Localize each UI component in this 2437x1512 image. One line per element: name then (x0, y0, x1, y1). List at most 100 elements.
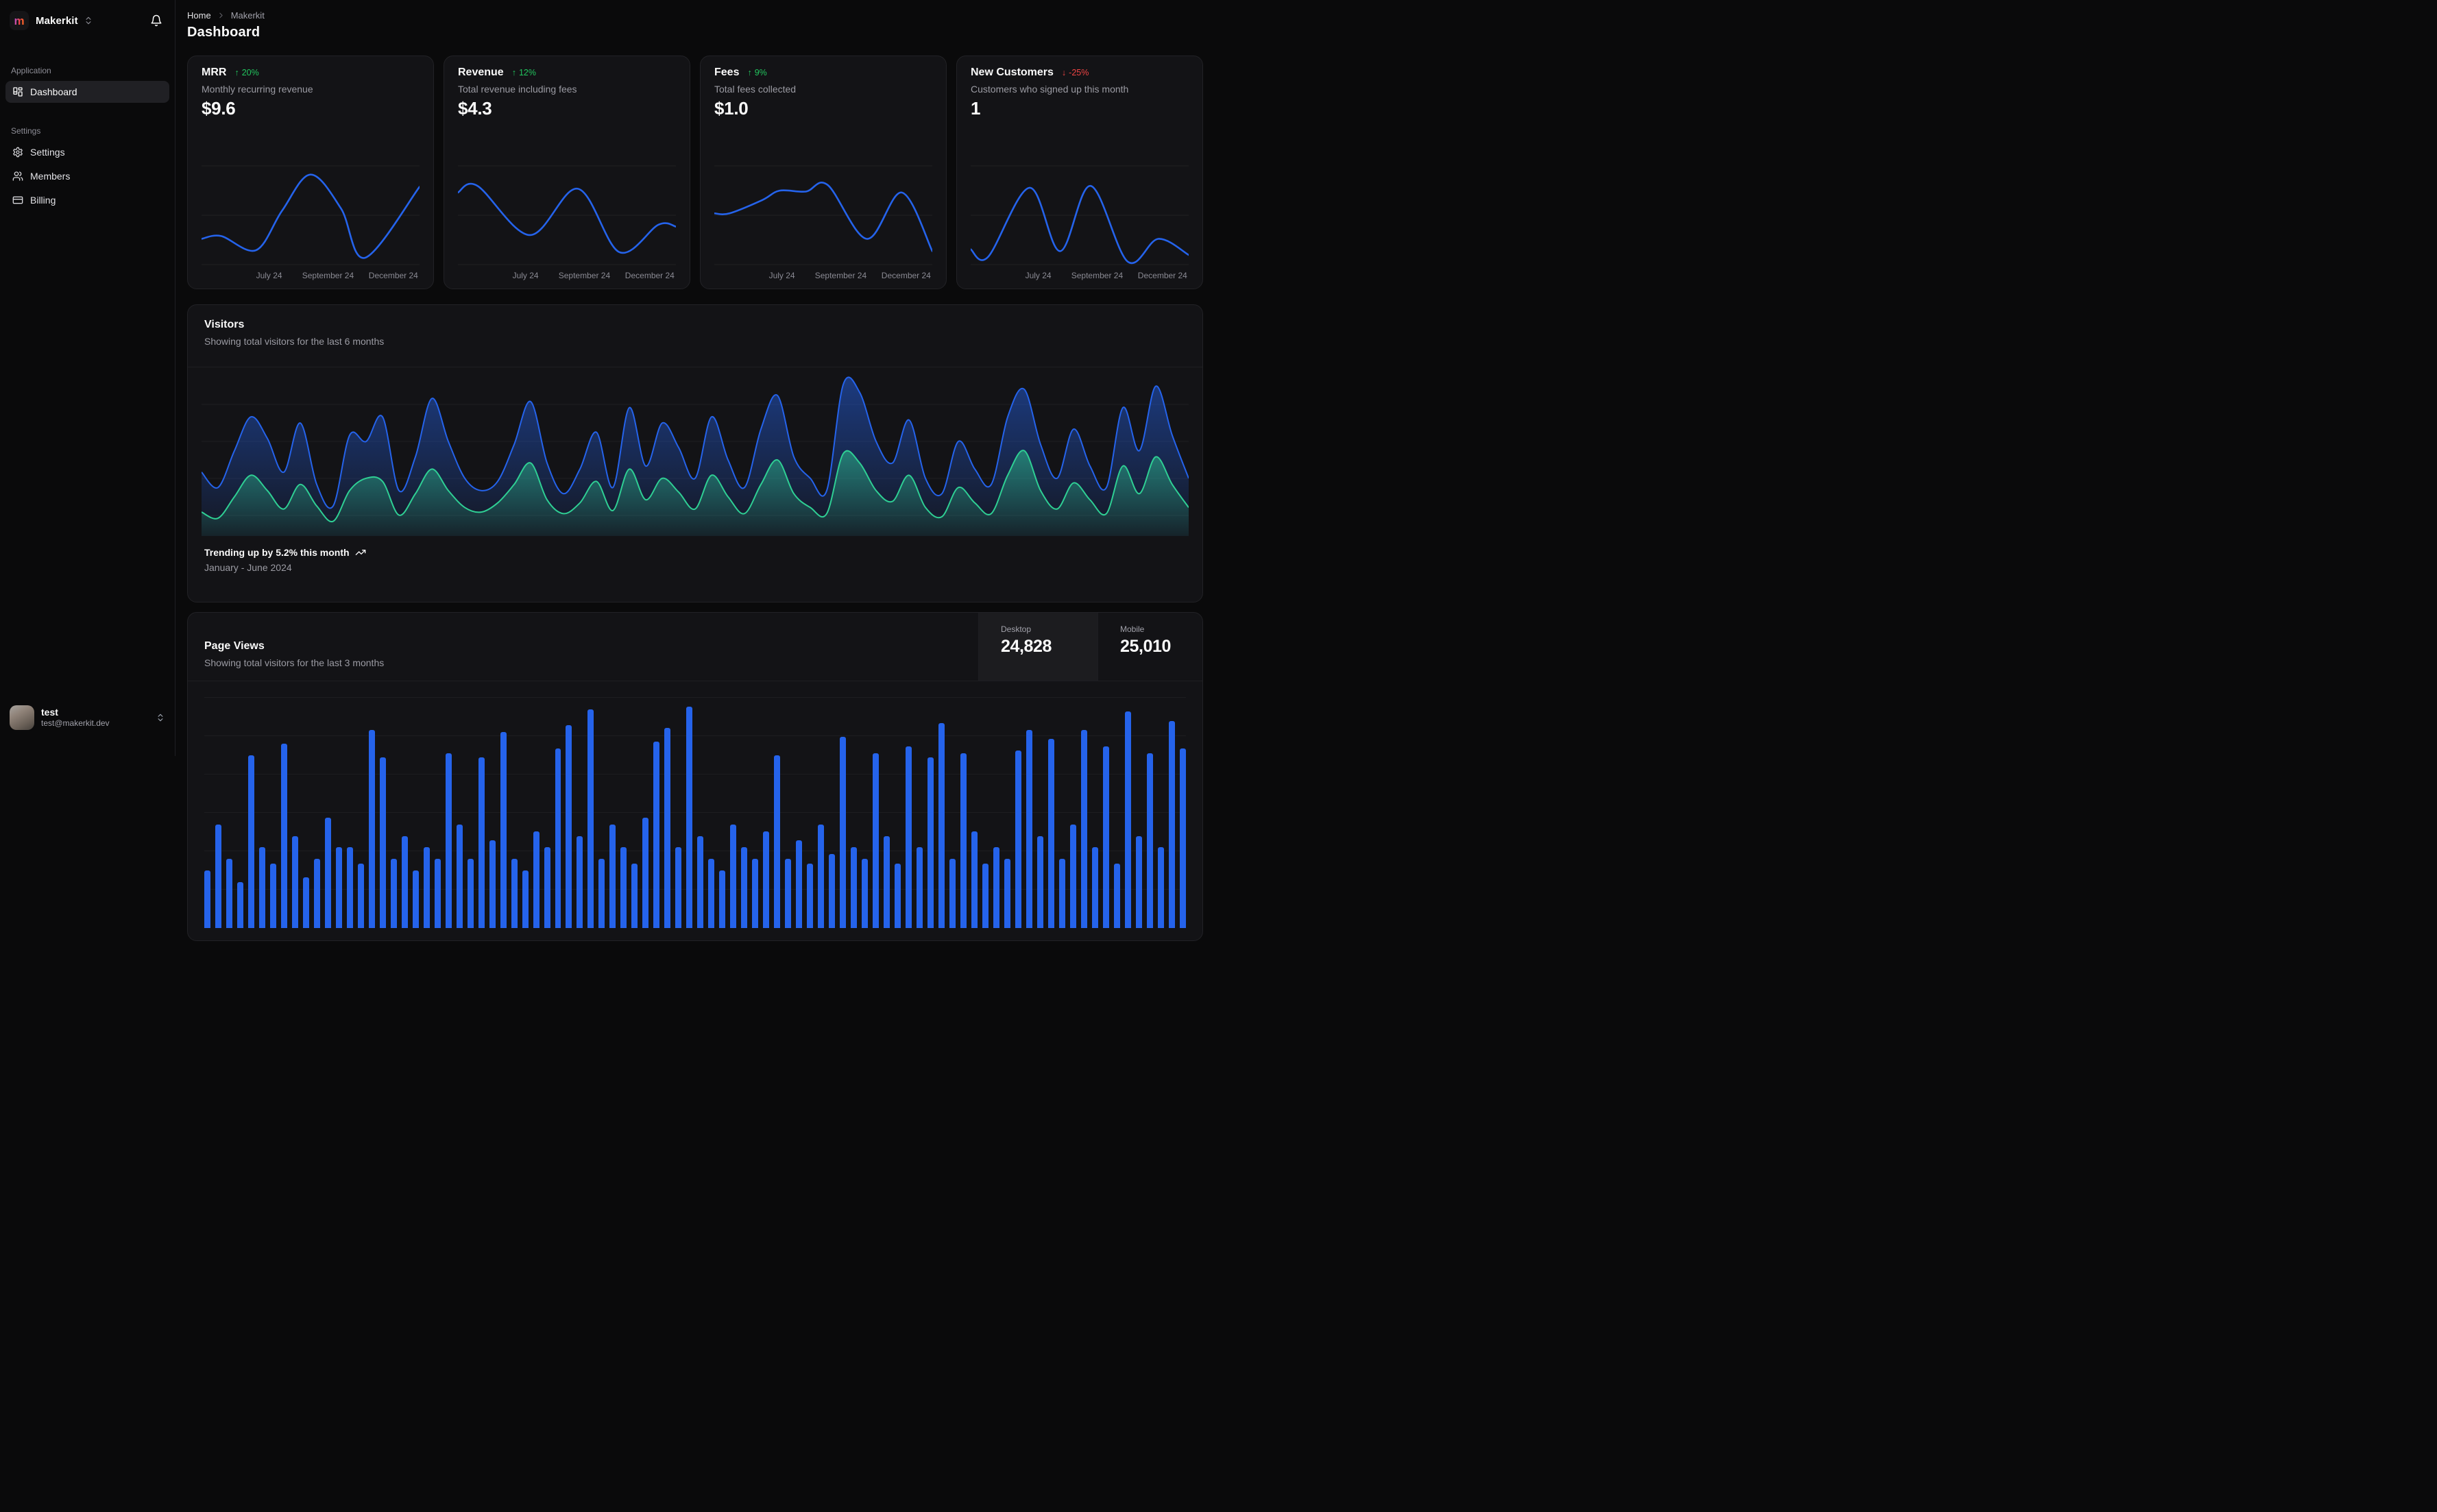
x-tick: December 24 (368, 271, 418, 280)
breadcrumb-home-link[interactable]: Home (187, 10, 211, 21)
stat-change-badge: ↑ 9% (747, 68, 766, 77)
sidebar: m Makerkit Application Dashboard Setting… (0, 0, 175, 756)
notifications-bell-icon[interactable] (150, 14, 162, 27)
sidebar-item-billing[interactable]: Billing (5, 189, 169, 211)
x-tick: July 24 (768, 271, 795, 280)
stat-value: $1.0 (714, 98, 749, 119)
toggle-value: 24,828 (1001, 637, 1052, 656)
x-tick: July 24 (1025, 271, 1052, 280)
stat-change-badge: ↓ -25% (1062, 68, 1089, 77)
stat-title: Fees (714, 66, 740, 78)
stat-change-value: 20% (241, 68, 259, 77)
stat-change-value: -25% (1069, 68, 1089, 77)
sidebar-item-label: Dashboard (30, 86, 77, 97)
user-avatar (10, 705, 34, 730)
page-views-subtitle: Showing total visitors for the last 3 mo… (204, 657, 385, 668)
toggle-mobile[interactable]: Mobile 25,010 (1098, 613, 1202, 681)
stat-value: $4.3 (458, 98, 492, 119)
user-menu[interactable]: test test@makerkit.dev (0, 705, 175, 756)
revenue-trend-chart (458, 164, 676, 267)
stat-card-revenue: Revenue ↑ 12% Total revenue including fe… (444, 56, 690, 289)
arrow-up-icon: ↑ (234, 68, 239, 77)
stat-card-new-customers: New Customers ↓ -25% Customers who signe… (956, 56, 1203, 289)
logo-letter: m (14, 14, 25, 27)
visitors-footer: Trending up by 5.2% this month January -… (188, 536, 1202, 573)
trending-up-icon (355, 547, 366, 558)
page-title: Dashboard (187, 25, 260, 40)
sidebar-item-settings[interactable]: Settings (5, 141, 169, 163)
visitors-area-chart (202, 371, 1189, 536)
x-tick: December 24 (625, 271, 675, 280)
chevron-right-icon (217, 11, 226, 20)
series-toggle: Desktop 24,828 Mobile 25,010 (978, 613, 1202, 681)
arrow-up-icon: ↑ (511, 68, 516, 77)
chevrons-up-down-icon (156, 713, 165, 722)
stat-title: Revenue (458, 66, 504, 78)
sidebar-item-label: Settings (30, 147, 65, 158)
x-tick: September 24 (814, 271, 867, 280)
toggle-value: 25,010 (1120, 637, 1172, 656)
stat-title: MRR (202, 66, 227, 78)
stat-value: 1 (971, 98, 981, 119)
stat-change-badge: ↑ 12% (512, 68, 536, 77)
visitors-subtitle: Showing total visitors for the last 6 mo… (204, 336, 385, 347)
fees-trend-chart (714, 164, 932, 267)
nav-section-application: Application (11, 66, 51, 75)
visitors-card: Visitors Showing total visitors for the … (187, 304, 1203, 602)
x-axis-labels: July 24 September 24 December 24 (971, 269, 1189, 280)
main-content: Home Makerkit Dashboard MRR ↑ 20% Monthl… (175, 0, 1219, 941)
sidebar-item-label: Billing (30, 195, 56, 206)
user-email: test@makerkit.dev (41, 718, 110, 728)
gear-icon (12, 147, 23, 158)
mrr-trend-chart (202, 164, 420, 267)
x-tick: July 24 (512, 271, 539, 280)
sidebar-nav: Application Dashboard Settings Settings … (0, 41, 175, 213)
stat-value: $9.6 (202, 98, 236, 119)
page-views-title: Page Views (204, 640, 265, 652)
trend-text: Trending up by 5.2% this month (204, 547, 350, 558)
stat-change-badge: ↑ 20% (234, 68, 258, 77)
makerkit-logo: m (10, 11, 29, 30)
chevrons-up-down-icon (84, 16, 93, 25)
nav-section-settings: Settings (11, 126, 41, 136)
stat-change-value: 9% (754, 68, 767, 77)
stat-description: Total revenue including fees (458, 84, 577, 95)
arrow-down-icon: ↓ (1061, 68, 1067, 77)
page-views-card: Page Views Showing total visitors for th… (187, 612, 1203, 941)
toggle-label: Mobile (1120, 624, 1145, 634)
x-tick: July 24 (256, 271, 282, 280)
toggle-label: Desktop (1001, 624, 1032, 634)
stat-cards-row: MRR ↑ 20% Monthly recurring revenue $9.6… (187, 56, 1203, 289)
workspace-selector[interactable]: m Makerkit (0, 0, 175, 41)
breadcrumb-current: Makerkit (230, 10, 265, 21)
x-tick: September 24 (558, 271, 611, 280)
user-name: test (41, 707, 58, 718)
x-axis-labels: July 24 September 24 December 24 (458, 269, 676, 280)
stat-title: New Customers (971, 66, 1054, 78)
sidebar-item-label: Members (30, 171, 71, 182)
visitors-title: Visitors (204, 319, 245, 330)
sidebar-item-members[interactable]: Members (5, 165, 169, 187)
stat-change-value: 12% (518, 68, 536, 77)
x-tick: September 24 (1071, 271, 1124, 280)
x-axis-labels: July 24 September 24 December 24 (202, 269, 420, 280)
page-views-bar-chart (204, 688, 1186, 928)
stat-description: Monthly recurring revenue (202, 84, 313, 95)
users-icon (12, 171, 23, 182)
sidebar-item-dashboard[interactable]: Dashboard (5, 81, 169, 103)
stat-description: Customers who signed up this month (971, 84, 1129, 95)
x-tick: September 24 (302, 271, 354, 280)
x-tick: December 24 (881, 271, 931, 280)
workspace-name: Makerkit (36, 14, 78, 27)
period-text: January - June 2024 (204, 562, 292, 573)
visitors-header: Visitors Showing total visitors for the … (188, 305, 1202, 367)
arrow-up-icon: ↑ (747, 68, 752, 77)
stat-card-mrr: MRR ↑ 20% Monthly recurring revenue $9.6… (187, 56, 434, 289)
toggle-desktop[interactable]: Desktop 24,828 (978, 613, 1098, 681)
credit-card-icon (12, 195, 23, 206)
stat-description: Total fees collected (714, 84, 797, 95)
stat-card-fees: Fees ↑ 9% Total fees collected $1.0 July… (700, 56, 947, 289)
x-axis-labels: July 24 September 24 December 24 (714, 269, 932, 280)
page-views-header: Page Views Showing total visitors for th… (188, 613, 1202, 681)
x-tick: December 24 (1137, 271, 1187, 280)
